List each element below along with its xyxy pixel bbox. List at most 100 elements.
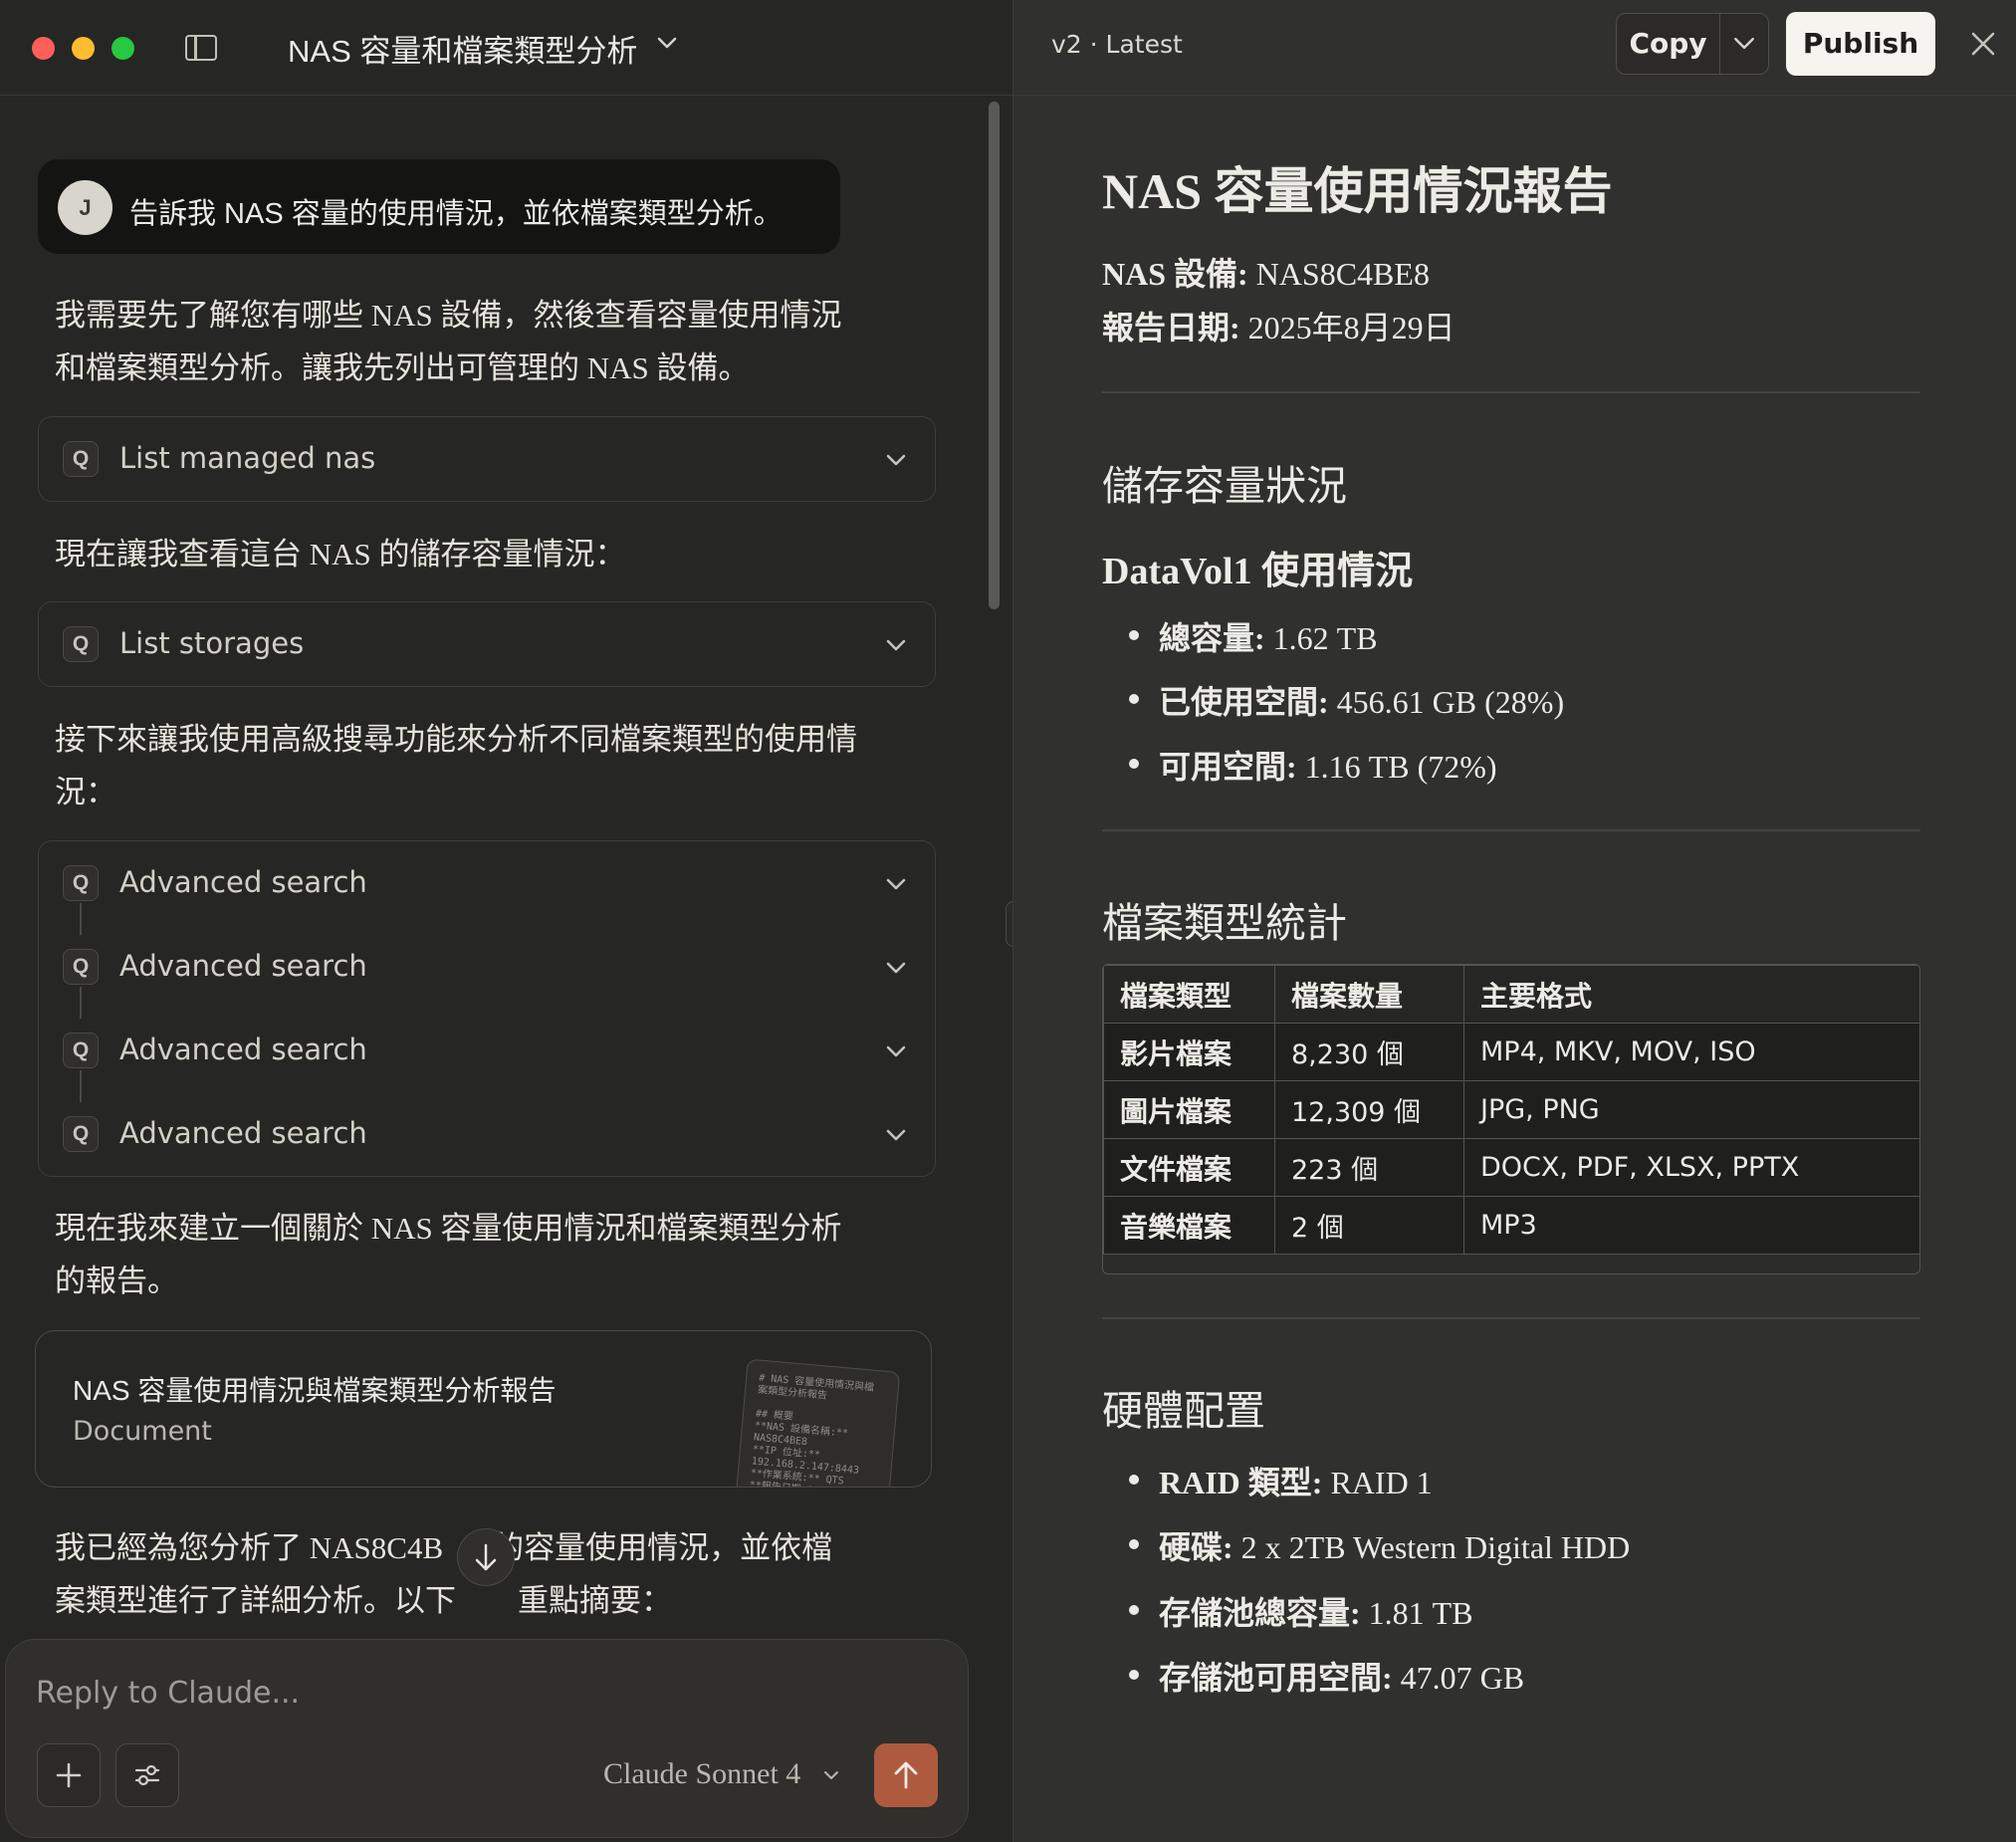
table-cell: 2 個 [1274,1196,1464,1255]
version-selector[interactable]: v2 · Latest [1051,30,1183,59]
filetype-heading: 檔案類型統計 [1102,900,1347,946]
table-cell: MP3 [1463,1196,1919,1255]
assistant-text-line: 現在讓我查看這台 NAS 的儲存容量情況： [55,537,626,572]
table-row: 影片檔案 8,230 個 MP4, MKV, MOV, ISO [1103,1023,1919,1081]
document-title: NAS 容量使用情況與檔案類型分析報告 [73,1375,557,1406]
copy-button-group: Copy [1616,13,1769,75]
chevron-down-icon[interactable] [883,447,909,473]
user-message-text: 告訴我 NAS 容量的使用情況，並依檔案類型分析。 [129,198,783,230]
report-device: NAS 設備: NAS8C4BE8 [1102,256,1430,292]
artifact-panel: v2 · Latest Copy Publish NAS 容量使用情況報告 NA… [1012,0,2016,1842]
tools-settings-button[interactable] [115,1743,179,1807]
table-row: 圖片檔案 12,309 個 JPG, PNG [1103,1080,1919,1139]
report-date: 報告日期: 2025年8月29日 [1102,310,1456,345]
tool-call-label: Advanced search [119,1116,367,1150]
tool-call-advanced-search[interactable]: Q Advanced search [39,1009,935,1092]
tool-call-label: Advanced search [119,865,367,899]
chevron-down-icon[interactable] [883,871,909,897]
table-cell: MP4, MKV, MOV, ISO [1463,1023,1919,1081]
assistant-text-line: 和檔案類型分析。讓我先列出可管理的 NAS 設備。 [55,350,750,385]
assistant-message: 現在我來建立一個關於 NAS 容量使用情況和檔案類型分析 的報告。 [55,1202,911,1307]
chevron-down-icon[interactable] [883,1038,909,1064]
artifact-document-card[interactable]: NAS 容量使用情況與檔案類型分析報告 Document # NAS 容量使用情… [35,1330,932,1488]
table-cell: 影片檔案 [1103,1023,1275,1081]
reply-input[interactable] [36,1670,912,1716]
window-close-button[interactable] [32,37,55,60]
close-icon[interactable] [1967,28,1999,60]
section-divider [1102,391,1920,393]
chevron-down-icon[interactable] [1720,14,1768,74]
sidebar-toggle-icon[interactable] [185,35,217,61]
table-cell: 文件檔案 [1103,1138,1275,1197]
table-cell: JPG, PNG [1463,1080,1919,1139]
window-minimize-button[interactable] [72,37,95,60]
sliders-icon [134,1764,160,1786]
table-cell: 圖片檔案 [1103,1080,1275,1139]
report-title: NAS 容量使用情況報告 [1102,163,1613,219]
tool-call-advanced-search[interactable]: Q Advanced search [39,841,935,925]
hardware-heading: 硬體配置 [1102,1388,1265,1434]
tool-call-list-managed-nas[interactable]: Q List managed nas [38,416,936,502]
hardware-item-disks: 硬碟: 2 x 2TB Western Digital HDD [1128,1522,1630,1568]
tool-call-list-storages[interactable]: Q List storages [38,601,936,687]
table-row: 文件檔案 223 個 DOCX, PDF, XLSX, PPTX [1103,1138,1919,1197]
tool-call-label: Advanced search [119,949,367,983]
chevron-down-icon[interactable] [820,1764,842,1786]
tool-call-label: List managed nas [119,441,376,475]
model-selector[interactable]: Claude Sonnet 4 [603,1757,800,1791]
tool-call-advanced-search[interactable]: Q Advanced search [39,925,935,1009]
chevron-down-icon[interactable] [883,1122,909,1148]
volume-item-used: 已使用空間: 456.61 GB (28%) [1128,677,1564,723]
query-icon: Q [63,1116,99,1152]
arrow-down-icon [475,1543,497,1571]
assistant-message: 接下來讓我使用高級搜尋功能來分析不同檔案類型的使用情 況： [55,713,911,818]
table-cell: 8,230 個 [1274,1023,1464,1081]
conversation-title[interactable]: NAS 容量和檔案類型分析 [288,26,637,71]
assistant-text-line: 的報告。 [55,1264,178,1298]
chevron-down-icon[interactable] [883,955,909,981]
document-thumbnail: # NAS 容量使用情況與檔 案類型分析報告 ## 概要 **NAS 設備名稱:… [734,1358,901,1487]
assistant-text-line: 況： [55,775,116,809]
chat-topbar: NAS 容量和檔案類型分析 [0,0,1012,96]
chevron-down-icon[interactable] [654,30,680,56]
plus-icon [56,1762,82,1788]
chevron-down-icon[interactable] [883,632,909,658]
volume-item-total: 總容量: 1.62 TB [1129,613,1378,659]
tool-call-advanced-search[interactable]: Q Advanced search [39,1092,935,1176]
document-type: Document [73,1416,212,1447]
tool-call-label: Advanced search [119,1033,367,1066]
table-row: 音樂檔案 2 個 MP3 [1103,1196,1919,1255]
table-cell: 12,309 個 [1274,1080,1464,1139]
table-cell: 223 個 [1274,1138,1464,1197]
table-header-row: 檔案類型 檔案數量 主要格式 [1103,965,1919,1024]
add-attachment-button[interactable] [37,1743,101,1807]
hardware-item-pool-free: 存儲池可用空間: 47.07 GB [1128,1653,1524,1699]
storage-heading: 儲存容量狀況 [1102,463,1347,509]
chat-panel: NAS 容量和檔案類型分析 J 告訴我 NAS 容量的使用情況，並依檔案類型分析… [0,0,1012,1842]
scroll-to-bottom-button[interactable] [457,1528,515,1586]
artifact-toolbar: v2 · Latest Copy Publish [1013,0,2016,96]
volume-item-free: 可用空間: 1.16 TB (72%) [1129,742,1497,788]
message-composer: Claude Sonnet 4 [5,1639,969,1838]
table-header: 主要格式 [1463,965,1919,1024]
copy-button[interactable]: Copy [1617,14,1720,74]
tool-call-label: List storages [119,626,305,660]
assistant-text-line: 現在我來建立一個關於 NAS 容量使用情況和檔案類型分析 [55,1211,842,1246]
assistant-text-line: 接下來讓我使用高級搜尋功能來分析不同檔案類型的使用情 [55,722,857,757]
assistant-message: 我需要先了解您有哪些 NAS 設備，然後查看容量使用情況 和檔案類型分析。讓我先… [55,289,911,394]
window-maximize-button[interactable] [112,37,134,60]
avatar: J [58,180,112,235]
table-cell: DOCX, PDF, XLSX, PPTX [1463,1138,1919,1197]
send-button[interactable] [874,1743,938,1807]
chat-scrollbar[interactable] [989,102,1000,609]
section-divider [1102,829,1920,831]
query-icon: Q [63,865,99,901]
hardware-item-pool-total: 存儲池總容量: 1.81 TB [1129,1588,1473,1634]
publish-button[interactable]: Publish [1786,12,1935,76]
table-header: 檔案數量 [1274,965,1464,1024]
query-icon: Q [63,626,99,662]
query-icon: Q [63,1033,99,1068]
hardware-item-raid: RAID 類型: RAID 1 [1129,1458,1433,1503]
filetype-table: 檔案類型 檔案數量 主要格式 影片檔案 8,230 個 MP4, MKV, MO… [1102,964,1920,1274]
query-icon: Q [63,949,99,985]
